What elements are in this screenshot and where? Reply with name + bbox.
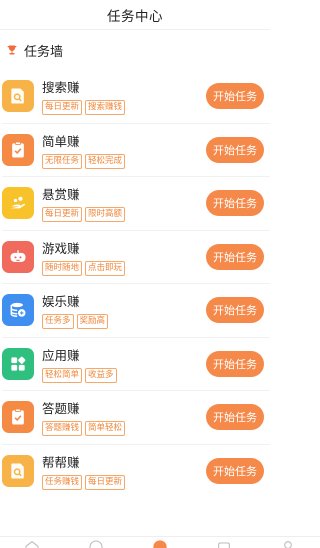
task-tag: 无限任务 bbox=[42, 153, 83, 169]
start-task-button[interactable]: 开始任务 bbox=[206, 350, 264, 377]
start-task-button[interactable]: 开始任务 bbox=[206, 243, 264, 270]
search-doc-icon bbox=[2, 455, 34, 488]
task-icon[interactable] bbox=[86, 539, 106, 548]
task-row: 帮帮赚 任务赚钱 每日更新 开始任务 bbox=[2, 445, 270, 499]
gamepad-icon bbox=[2, 240, 34, 273]
task-row: 游戏赚 随时随地 点击即玩 开始任务 bbox=[2, 231, 270, 284]
task-tag: 每日更新 bbox=[85, 475, 126, 491]
task-tag: 随时随地 bbox=[42, 260, 83, 276]
task-tag: 答题赚钱 bbox=[42, 421, 83, 437]
task-row: 简单赚 无限任务 轻松完成 开始任务 bbox=[2, 124, 270, 177]
task-row: 搜索赚 每日更新 搜索赚钱 开始任务 bbox=[2, 70, 270, 124]
start-task-button[interactable]: 开始任务 bbox=[206, 404, 264, 431]
profile-icon[interactable] bbox=[278, 539, 298, 548]
trophy-icon bbox=[7, 45, 17, 55]
top-bar: 任务中心 bbox=[0, 0, 270, 30]
task-tag: 每日更新 bbox=[42, 100, 83, 116]
task-tag: 限时高额 bbox=[85, 207, 126, 223]
clipboard-check-icon bbox=[2, 133, 34, 166]
bottom-tab-bar bbox=[0, 536, 320, 548]
apps-grid-icon bbox=[2, 347, 34, 380]
task-tag: 点击即玩 bbox=[85, 260, 126, 276]
start-task-button[interactable]: 开始任务 bbox=[206, 83, 264, 110]
task-tag: 奖励高 bbox=[76, 314, 109, 330]
home-icon[interactable] bbox=[22, 539, 42, 548]
section-header: 任务墙 bbox=[0, 30, 270, 70]
start-task-button[interactable]: 开始任务 bbox=[206, 136, 264, 163]
task-row: 答题赚 答题赚钱 简单轻松 开始任务 bbox=[2, 391, 270, 445]
section-title: 任务墙 bbox=[24, 44, 64, 60]
task-tag: 轻松简单 bbox=[42, 367, 83, 383]
start-task-button[interactable]: 开始任务 bbox=[206, 297, 264, 324]
shop-icon[interactable] bbox=[214, 539, 234, 548]
task-row: 悬赏赚 每日更新 限时高额 开始任务 bbox=[2, 177, 270, 231]
clipboard-check-icon bbox=[2, 401, 34, 434]
center-icon[interactable] bbox=[150, 539, 170, 548]
task-tag: 任务赚钱 bbox=[42, 475, 83, 491]
page-title: 任务中心 bbox=[107, 8, 163, 25]
task-tag: 搜索赚钱 bbox=[85, 100, 126, 116]
start-task-button[interactable]: 开始任务 bbox=[206, 190, 264, 217]
start-task-button[interactable]: 开始任务 bbox=[206, 458, 264, 485]
task-tag: 每日更新 bbox=[42, 207, 83, 223]
task-row: 娱乐赚 任务多 奖励高 开始任务 bbox=[2, 284, 270, 338]
task-tag: 轻松完成 bbox=[85, 153, 126, 169]
search-doc-icon bbox=[2, 80, 34, 113]
task-tag: 收益多 bbox=[85, 367, 117, 383]
coin-stack-icon bbox=[2, 294, 34, 327]
task-row: 应用赚 轻松简单 收益多 开始任务 bbox=[2, 338, 270, 391]
task-tag: 简单轻松 bbox=[85, 421, 126, 437]
hand-coins-icon bbox=[2, 187, 34, 220]
task-tag: 任务多 bbox=[42, 314, 74, 330]
task-list: 搜索赚 每日更新 搜索赚钱 开始任务 简单赚 无限任务 轻松完成 开始任务 悬赏赚 每日更新 限时高… bbox=[0, 70, 270, 498]
